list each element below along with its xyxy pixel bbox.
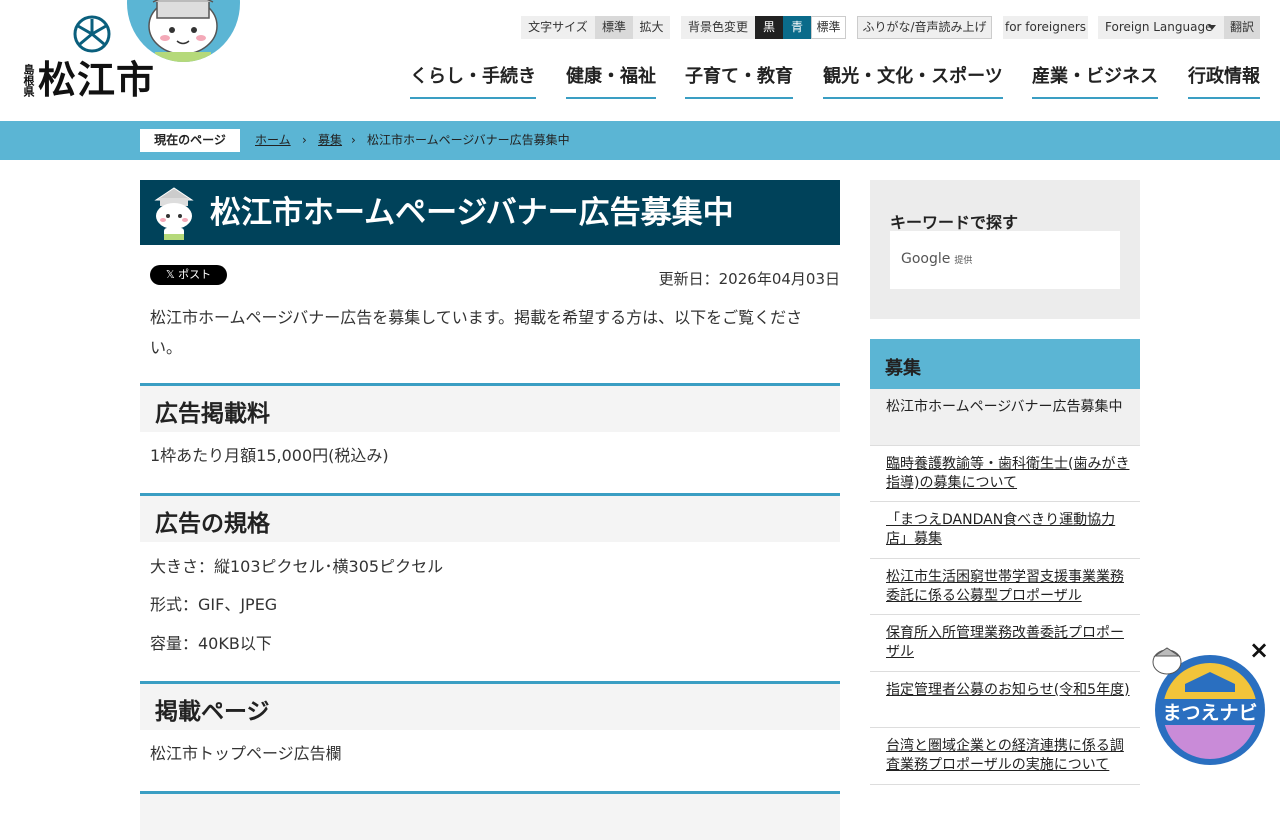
utility-toolbar: 文字サイズ 標準 拡大 背景色変更 黒 青 標準 ふりがな/音声読み上げ for…	[0, 16, 1280, 40]
google-search-logo: Google 提供	[901, 251, 973, 267]
nav-item-living[interactable]: くらし・手続き	[410, 64, 536, 99]
x-post-label: ポスト	[178, 268, 212, 281]
foreign-language-label: Foreign Language	[1105, 20, 1213, 34]
nav-item-tourism[interactable]: 観光・文化・スポーツ	[823, 64, 1003, 99]
section-heading	[140, 791, 840, 840]
sidebar-item-link[interactable]: 台湾と圏域企業との経済連携に係る調査業務プロポーザルの実施について	[870, 728, 1140, 785]
chevron-right-icon: ›	[302, 133, 307, 147]
section-heading: 広告掲載料	[140, 383, 840, 432]
for-foreigners-button[interactable]: for foreigners	[1003, 16, 1088, 39]
x-logo-icon: 𝕏	[165, 268, 179, 281]
sidebar-item-current: 松江市ホームページバナー広告募集中	[870, 389, 1140, 446]
matsue-navi-label: まつえナビ	[1162, 702, 1257, 724]
breadcrumb-label: 現在のページ	[140, 129, 240, 152]
bg-blue-button[interactable]: 青	[783, 16, 811, 39]
section-heading: 掲載ページ	[140, 681, 840, 730]
bg-standard-button[interactable]: 標準	[811, 16, 846, 39]
sidebar-item-link[interactable]: 松江市生活困窮世帯学習支援事業業務委託に係る公募型プロポーザル	[870, 559, 1140, 615]
breadcrumb: 現在のページ ホーム › 募集 › 松江市ホームページバナー広告募集中	[0, 121, 1280, 160]
nav-item-childcare[interactable]: 子育て・教育	[685, 64, 793, 99]
search-title: キーワードで探す	[890, 213, 1019, 232]
breadcrumb-home-link[interactable]: ホーム	[255, 132, 291, 148]
page-title: 松江市ホームページバナー広告募集中	[210, 195, 734, 231]
site-header: 島根県 松江市 文字サイズ 標準 拡大 背景色変更 黒 青 標準 ふりがな/音声…	[0, 0, 1280, 121]
section-text: 松江市トップページ広告欄	[150, 744, 342, 763]
sidebar-category-heading: 募集	[870, 339, 1140, 389]
sidebar-item-link[interactable]: 臨時養護教諭等・歯科衛生士(歯みがき指導)の募集について	[870, 446, 1140, 502]
bg-color-label: 背景色変更	[681, 16, 755, 39]
mascot-icon	[154, 187, 194, 240]
bg-black-button[interactable]: 黒	[755, 16, 783, 39]
font-large-button[interactable]: 拡大	[633, 16, 670, 39]
page-title-bar: 松江市ホームページバナー広告募集中	[140, 180, 840, 245]
translate-button[interactable]: 翻訳	[1224, 16, 1260, 39]
sidebar-item-link[interactable]: 「まつえDANDAN食べきり運動協力店」募集	[870, 502, 1140, 559]
keyword-search: キーワードで探す Google 提供	[870, 180, 1140, 319]
section-text: 形式：GIF、JPEG	[150, 595, 278, 614]
lead-paragraph: 松江市ホームページバナー広告を募集しています。掲載を希望する方は、以下をご覧くだ…	[150, 308, 803, 357]
breadcrumb-recruit-link[interactable]: 募集	[318, 132, 342, 148]
chevron-right-icon: ›	[351, 133, 356, 147]
global-nav: くらし・手続き 健康・福祉 子育て・教育 観光・文化・スポーツ 産業・ビジネス …	[0, 64, 1280, 100]
sidebar-item-link[interactable]: 指定管理者公募のお知らせ(令和5年度)	[870, 672, 1140, 728]
x-post-button[interactable]: 𝕏 ポスト	[150, 265, 227, 285]
font-size-label: 文字サイズ	[521, 16, 595, 39]
nav-item-health[interactable]: 健康・福祉	[566, 64, 656, 99]
section-text: 大きさ：縦103ピクセル･横305ピクセル	[150, 557, 444, 576]
section-heading: 広告の規格	[140, 493, 840, 542]
section-text: 容量：40KB以下	[150, 634, 272, 653]
nav-item-business[interactable]: 産業・ビジネス	[1032, 64, 1158, 99]
section-text: 1枠あたり月額15,000円(税込み)	[150, 446, 389, 465]
breadcrumb-current: 松江市ホームページバナー広告募集中	[367, 133, 570, 147]
foreign-language-select[interactable]: Foreign Language	[1098, 16, 1224, 39]
search-input[interactable]: Google 提供	[890, 231, 1120, 289]
furigana-button[interactable]: ふりがな/音声読み上げ	[857, 16, 992, 39]
close-icon[interactable]: ×	[1248, 638, 1270, 662]
sidebar-item-link[interactable]: 保育所入所管理業務改善委託プロポーザル	[870, 615, 1140, 672]
font-standard-button[interactable]: 標準	[595, 16, 633, 39]
nav-item-government[interactable]: 行政情報	[1188, 64, 1260, 99]
chevron-down-icon	[1208, 25, 1216, 30]
updated-date: 更新日：2026年04月03日	[658, 270, 840, 288]
